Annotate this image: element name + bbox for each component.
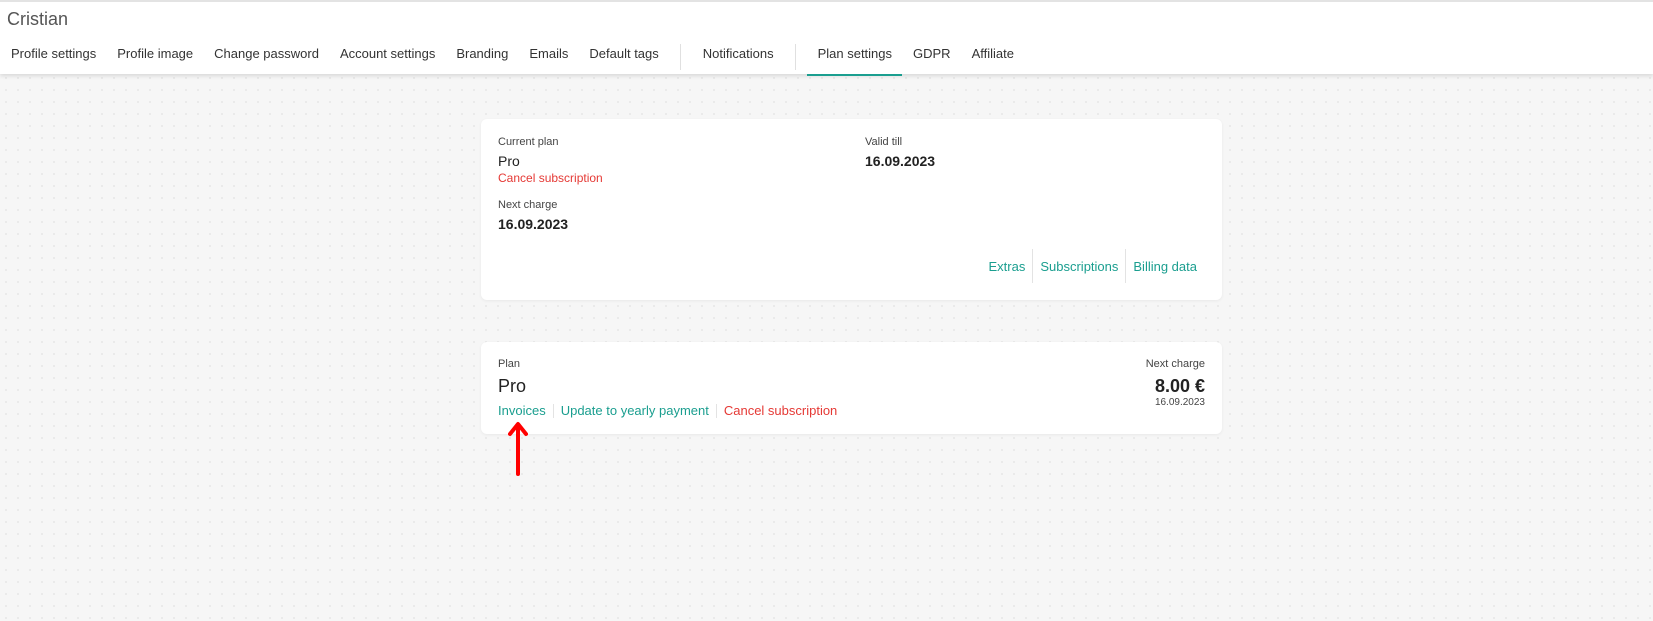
- link-divider: [1032, 249, 1034, 283]
- link-divider: [715, 403, 717, 418]
- billing-data-link[interactable]: Billing data: [1133, 259, 1197, 274]
- plan-summary-card: Current plan Pro Cancel subscription Nex…: [481, 119, 1222, 300]
- arrow-up-icon: [508, 422, 528, 476]
- next-charge-date: 16.09.2023: [1154, 397, 1205, 408]
- plan-label: Plan: [498, 358, 521, 370]
- tab-affiliate[interactable]: Affiliate: [961, 40, 1024, 76]
- settings-tabs: Profile settings Profile image Change pa…: [0, 40, 1024, 76]
- account-links: Extras Subscriptions Billing data: [989, 249, 1197, 283]
- next-charge-label: Next charge: [1145, 358, 1205, 370]
- plan-detail-card: Plan Pro Invoices Update to yearly payme…: [481, 342, 1222, 434]
- link-divider: [552, 403, 554, 418]
- current-plan-label: Current plan: [498, 136, 559, 148]
- cancel-subscription-link[interactable]: Cancel subscription: [498, 171, 603, 185]
- current-plan-value: Pro: [498, 153, 520, 169]
- invoices-link[interactable]: Invoices: [498, 403, 546, 418]
- valid-till-label: Valid till: [865, 136, 903, 148]
- link-divider: [1125, 249, 1127, 283]
- tab-emails[interactable]: Emails: [518, 40, 578, 76]
- user-name: Cristian: [7, 9, 69, 29]
- tab-divider: [794, 44, 796, 70]
- next-charge-value: 16.09.2023: [498, 216, 569, 232]
- tab-plan-settings[interactable]: Plan settings: [806, 40, 903, 76]
- top-navigation-bar: Cristian Profile settings Profile image …: [0, 0, 1653, 76]
- tab-gdpr[interactable]: GDPR: [902, 40, 961, 76]
- next-charge-price: 8.00 €: [1154, 376, 1205, 396]
- tab-profile-image[interactable]: Profile image: [106, 40, 203, 76]
- tab-account-settings[interactable]: Account settings: [329, 40, 445, 76]
- tab-divider: [679, 44, 681, 70]
- plan-actions: Invoices Update to yearly payment Cancel…: [498, 403, 837, 418]
- extras-link[interactable]: Extras: [989, 259, 1026, 274]
- valid-till-value: 16.09.2023: [865, 153, 936, 169]
- tab-branding[interactable]: Branding: [445, 40, 518, 76]
- tab-default-tags[interactable]: Default tags: [578, 40, 668, 76]
- tab-profile-settings[interactable]: Profile settings: [0, 40, 106, 76]
- tab-change-password[interactable]: Change password: [203, 40, 329, 76]
- tab-notifications[interactable]: Notifications: [692, 40, 784, 76]
- plan-value: Pro: [498, 376, 527, 396]
- update-yearly-payment-link[interactable]: Update to yearly payment: [561, 403, 709, 418]
- cancel-subscription-link[interactable]: Cancel subscription: [724, 403, 837, 418]
- subscriptions-link[interactable]: Subscriptions: [1040, 259, 1118, 274]
- next-charge-label: Next charge: [498, 199, 558, 211]
